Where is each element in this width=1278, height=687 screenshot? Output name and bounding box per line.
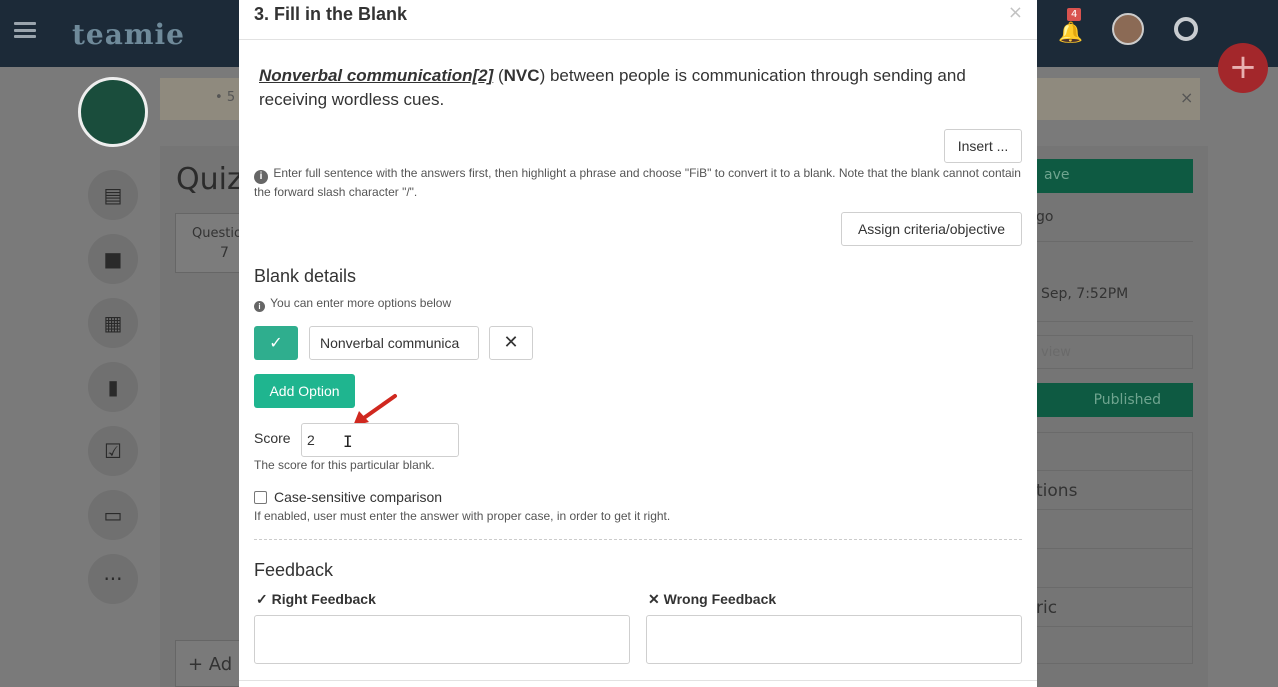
option-input[interactable] xyxy=(309,326,479,360)
quiz-title: Quiz xyxy=(176,162,243,197)
right-feedback-text: Right Feedback xyxy=(271,591,376,607)
score-label: Score xyxy=(254,430,291,446)
blank-phrase[interactable]: Nonverbal communication[2] xyxy=(259,66,493,85)
questions-card[interactable] xyxy=(175,213,245,273)
modal-footer-divider xyxy=(239,680,1037,681)
close-x-icon: ✕ xyxy=(648,591,660,607)
divider xyxy=(1036,321,1193,322)
bell-icon[interactable]: 🔔 xyxy=(1058,20,1083,44)
section-divider xyxy=(254,539,1022,540)
sidebar-folder-icon[interactable]: ■ xyxy=(88,234,138,284)
notification-badge: 4 xyxy=(1067,8,1082,21)
score-hint: The score for this particular blank. xyxy=(254,458,435,472)
modal-header: 3. Fill in the Blank × xyxy=(239,0,1037,40)
sidebar-calendar-icon[interactable]: ▦ xyxy=(88,298,138,348)
wrong-feedback-label: ✕ Wrong Feedback xyxy=(648,591,776,608)
review-field[interactable]: view xyxy=(1036,335,1193,369)
question-sentence[interactable]: Nonverbal communication[2] (NVC) between… xyxy=(259,64,1019,112)
divider xyxy=(1036,626,1193,627)
right-feedback-field[interactable] xyxy=(254,615,630,664)
divider xyxy=(1036,470,1193,471)
feedback-title: Feedback xyxy=(254,560,334,580)
sidebar-messages-icon[interactable]: ▤ xyxy=(88,170,138,220)
blank-details-title: Blank details xyxy=(254,266,357,286)
info-icon: i xyxy=(254,170,268,184)
case-sensitive-label[interactable]: Case-sensitive comparison xyxy=(274,489,442,505)
text-cursor-icon: I xyxy=(343,432,353,451)
help-lifebuoy-icon[interactable] xyxy=(1174,17,1198,41)
notice-close-icon[interactable]: × xyxy=(1180,88,1193,107)
info-icon: i xyxy=(254,301,265,312)
remove-option-button[interactable]: ✕ xyxy=(489,326,533,360)
questions-count: 7 xyxy=(220,245,229,261)
score-input[interactable] xyxy=(301,423,459,457)
options-text[interactable]: tions xyxy=(1036,481,1077,501)
sentence-text: ( xyxy=(493,66,504,85)
divider xyxy=(1036,587,1193,588)
more-options-text: You can enter more options below xyxy=(270,296,452,310)
app-logo[interactable]: teamie xyxy=(72,18,185,51)
user-avatar[interactable] xyxy=(1112,13,1144,45)
case-sensitive-hint: If enabled, user must enter the answer w… xyxy=(254,509,671,523)
sidebar-stats-icon[interactable]: ▮ xyxy=(88,362,138,412)
wrong-feedback-text: Wrong Feedback xyxy=(663,591,777,607)
create-fab-button[interactable]: + xyxy=(1218,43,1268,93)
acronym: NVC xyxy=(503,66,540,85)
divider xyxy=(1036,548,1193,549)
sidebar-tasks-icon[interactable]: ☑ xyxy=(88,426,138,476)
rubric-text[interactable]: ric xyxy=(1036,598,1057,618)
last-modified-text: Sep, 7:52PM xyxy=(1041,286,1129,302)
more-options-hint: i You can enter more options below xyxy=(254,296,451,312)
menu-icon[interactable] xyxy=(14,22,36,38)
divider xyxy=(1036,241,1193,242)
correct-option-check-button[interactable]: ✓ xyxy=(254,326,298,360)
insert-button[interactable]: Insert ... xyxy=(944,129,1022,163)
right-feedback-label: ✓ Right Feedback xyxy=(256,591,376,608)
sidebar-monitor-icon[interactable]: ▭ xyxy=(88,490,138,540)
assign-criteria-button[interactable]: Assign criteria/objective xyxy=(841,212,1022,246)
add-option-button[interactable]: Add Option xyxy=(254,374,355,408)
divider xyxy=(1036,509,1193,510)
course-avatar[interactable] xyxy=(78,77,148,147)
questions-label: Questio xyxy=(192,226,242,241)
sidebar-more-icon[interactable]: ··· xyxy=(88,554,138,604)
right-text-1: go xyxy=(1036,209,1054,225)
close-icon[interactable]: × xyxy=(1008,2,1023,23)
add-question-label: + Ad xyxy=(188,654,233,675)
instruction-text: Enter full sentence with the answers fir… xyxy=(254,166,1021,199)
instruction-hint: i Enter full sentence with the answers f… xyxy=(254,165,1024,200)
case-sensitive-checkbox[interactable] xyxy=(254,491,267,504)
modal-title: 3. Fill in the Blank xyxy=(254,4,408,24)
wrong-feedback-field[interactable] xyxy=(646,615,1022,664)
published-button[interactable]: Published xyxy=(1036,383,1193,417)
save-button[interactable]: ave xyxy=(1036,159,1193,193)
check-icon: ✓ xyxy=(256,591,268,607)
fill-in-blank-modal: 3. Fill in the Blank × Nonverbal communi… xyxy=(239,0,1037,687)
